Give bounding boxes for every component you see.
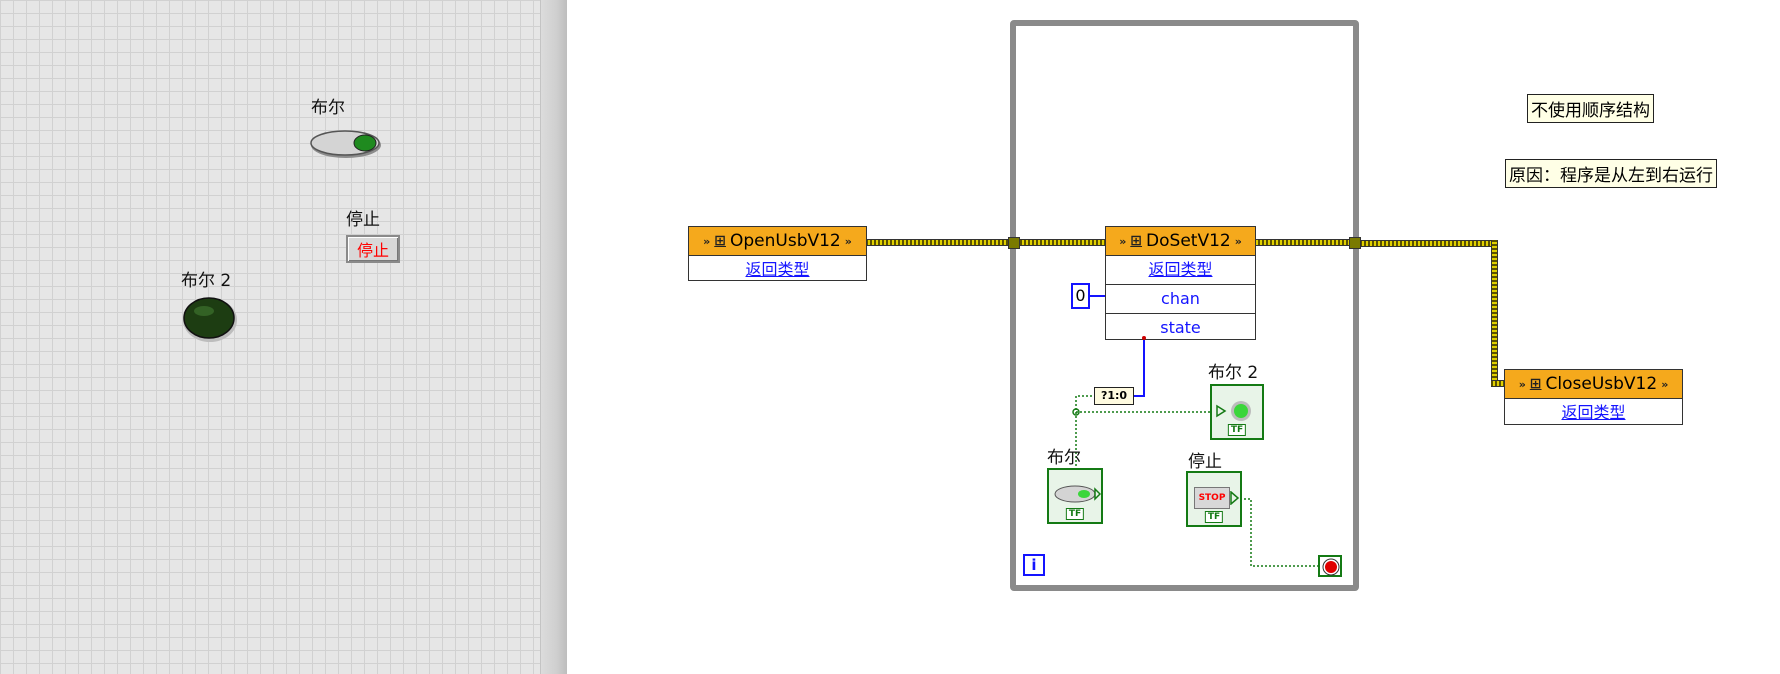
data-wires <box>1070 336 1318 567</box>
bool-terminal-label: 布尔 <box>1047 448 1081 468</box>
close-usb-header: » ⊞ CloseUsbV12 » <box>1505 370 1682 399</box>
iteration-terminal[interactable]: i <box>1023 554 1045 576</box>
close-usb-return-type[interactable]: 返回类型 <box>1505 399 1682 427</box>
library-function-icon: ⊞ <box>1529 376 1542 392</box>
stop-terminal-text: STOP <box>1194 487 1230 509</box>
comment-no-sequence[interactable]: 不使用顺序结构 <box>1527 94 1654 123</box>
bool2-tf-tag: TF <box>1227 424 1247 436</box>
close-usb-node[interactable]: » ⊞ CloseUsbV12 » 返回类型 <box>1504 369 1683 425</box>
dll-connector-icon: » <box>1661 377 1669 391</box>
bool2-terminal-label: 布尔 2 <box>1208 363 1259 383</box>
close-usb-name: CloseUsbV12 <box>1545 374 1658 394</box>
dll-connector-icon: » <box>1518 377 1526 391</box>
bool-to-int-node[interactable]: ?1:0 <box>1094 387 1134 405</box>
bool2-indicator-terminal[interactable]: TF <box>1210 384 1264 440</box>
bool-control-terminal[interactable]: TF <box>1047 468 1103 524</box>
stop-condition-icon <box>1322 558 1340 576</box>
bool-tf-tag: TF <box>1065 508 1085 520</box>
loop-condition-terminal[interactable] <box>1318 555 1342 577</box>
comment-reason[interactable]: 原因：程序是从左到右运行 <box>1505 159 1717 188</box>
stop-terminal-label: 停止 <box>1188 452 1222 472</box>
stop-tf-tag: TF <box>1204 511 1224 523</box>
stop-control-terminal[interactable]: STOP TF <box>1186 471 1242 527</box>
